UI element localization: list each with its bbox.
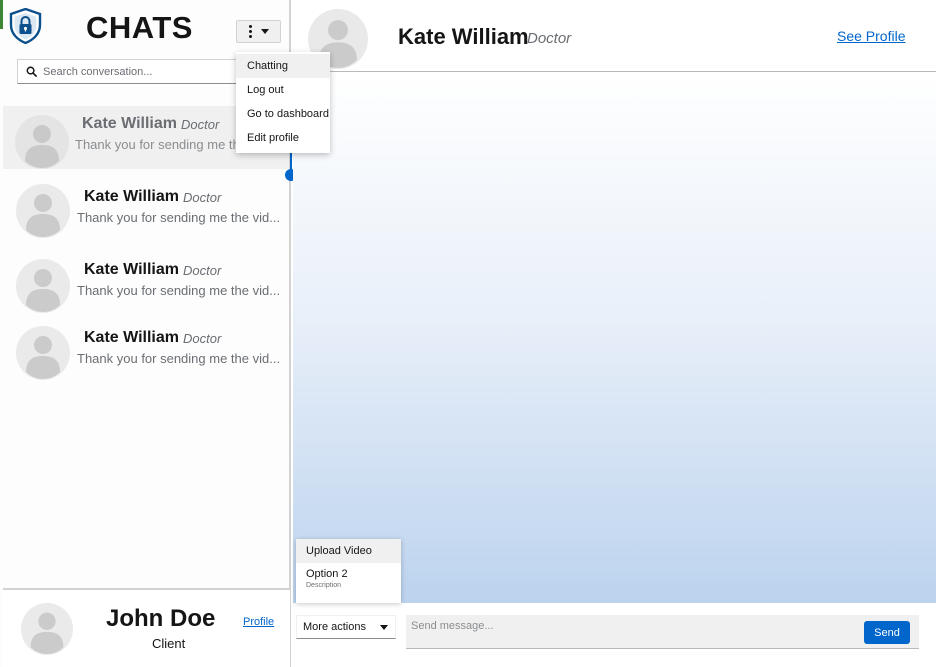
message-input[interactable] (411, 620, 831, 632)
avatar-icon (21, 603, 73, 655)
user-role: Client (152, 636, 186, 651)
conversation-role: Doctor (183, 190, 222, 205)
more-actions-label: More actions (303, 621, 366, 633)
lock-shield-icon (9, 8, 42, 44)
send-button[interactable]: Send (864, 621, 910, 644)
conversation-role: Doctor (183, 331, 222, 346)
conversation-role: Doctor (183, 263, 222, 278)
upload-video-option[interactable]: Upload Video (296, 539, 401, 563)
message-field[interactable]: Send (406, 615, 919, 649)
conversation-preview: Thank you for sending me the vid... (77, 210, 281, 225)
conversation-name: Kate William (84, 188, 179, 205)
menu-item-log-out[interactable]: Log out (236, 78, 330, 102)
avatar-icon (16, 184, 70, 238)
actions-dropdown-menu: Upload Video Option 2 Description (296, 539, 401, 603)
kebab-icon (248, 25, 252, 38)
option-2-label: Option 2 (306, 568, 348, 580)
brand-accent-bar (0, 0, 3, 29)
conversation-item[interactable]: Kate William Doctor Thank you for sendin… (3, 176, 289, 242)
conversation-role: Doctor (181, 117, 220, 132)
menu-item-chatting[interactable]: Chatting (236, 54, 330, 78)
search-field[interactable] (17, 59, 252, 84)
conversation-preview: Thank you for sending me the vid... (77, 283, 281, 298)
conversation-preview: Thank you for sending me the vid... (77, 351, 281, 366)
see-profile-link[interactable]: See Profile (837, 28, 905, 44)
avatar-icon (15, 115, 69, 169)
page-title: CHATS (86, 10, 193, 45)
caret-down-icon (380, 624, 388, 630)
user-name: John Doe (106, 605, 216, 632)
conversation-item[interactable]: Kate William Doctor Thank you for sendin… (3, 250, 289, 316)
more-actions-select[interactable]: More actions (296, 615, 396, 639)
contact-name: Kate William (398, 24, 529, 49)
avatar-icon (16, 326, 70, 380)
search-icon (26, 66, 37, 77)
kebab-dropdown-menu: Chatting Log out Go to dashboard Edit pr… (236, 52, 330, 153)
menu-item-go-to-dashboard[interactable]: Go to dashboard (236, 102, 330, 126)
contact-role: Doctor (527, 30, 572, 47)
conversation-name: Kate William (82, 115, 177, 132)
menu-item-edit-profile[interactable]: Edit profile (236, 126, 330, 150)
message-area (293, 73, 936, 603)
message-composer: More actions Send (293, 603, 936, 667)
option-2-description: Description (306, 582, 342, 589)
search-input[interactable] (43, 65, 233, 78)
conversation-name: Kate William (84, 329, 179, 346)
profile-link[interactable]: Profile (243, 616, 274, 628)
conversation-name: Kate William (84, 261, 179, 278)
caret-down-icon (260, 29, 269, 34)
chat-panel: Kate William Doctor See Profile Upload V… (293, 0, 936, 667)
option-2[interactable]: Option 2 Description (296, 563, 401, 591)
current-user-panel: John Doe Client Profile (3, 588, 290, 667)
conversation-item[interactable]: Kate William Doctor Thank you for sendin… (3, 319, 289, 383)
avatar-icon (16, 259, 70, 313)
kebab-menu-toggle[interactable] (236, 20, 281, 43)
chat-header: Kate William Doctor See Profile (293, 0, 936, 72)
